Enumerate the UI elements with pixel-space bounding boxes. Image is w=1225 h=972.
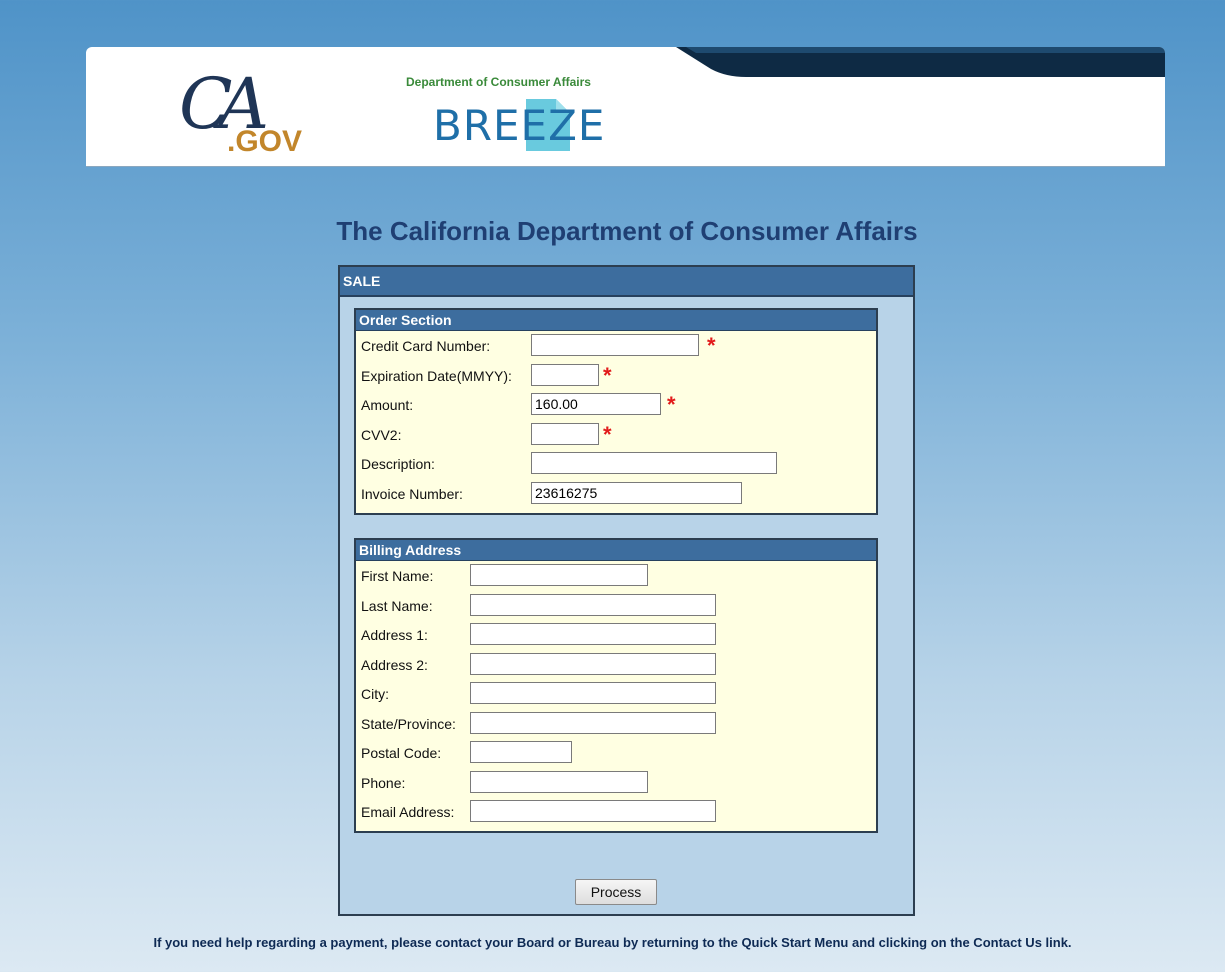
order-section: Order Section Credit Card Number: * Expi…	[354, 308, 878, 515]
form-row-phone: Phone:	[356, 768, 876, 798]
required-mark: *	[603, 421, 612, 447]
sale-panel: SALE Order Section Credit Card Number: *…	[338, 265, 915, 916]
phone-input[interactable]	[470, 770, 648, 793]
form-row-first-name: First Name:	[356, 561, 876, 591]
postal-code-label: Postal Code:	[361, 745, 442, 761]
city-input[interactable]	[470, 682, 716, 704]
address-1-label: Address 1:	[361, 627, 428, 643]
ca-gov-logo[interactable]: CA .GOV	[179, 63, 304, 158]
form-row-expiration: Expiration Date(MMYY): *	[356, 361, 876, 391]
expiration-date-label: Expiration Date(MMYY):	[361, 367, 512, 384]
header-banner: CA .GOV Department of Consumer Affairs B…	[86, 47, 1165, 167]
address-1-input[interactable]	[470, 623, 716, 645]
postal-code-input[interactable]	[470, 741, 572, 763]
dept-name-text: Department of Consumer Affairs	[406, 75, 591, 89]
order-section-header: Order Section	[356, 310, 876, 331]
required-mark: *	[707, 333, 716, 358]
amount-label: Amount:	[361, 397, 414, 413]
billing-section-header: Billing Address	[356, 540, 876, 561]
first-name-input[interactable]	[470, 564, 648, 586]
page-title: The California Department of Consumer Af…	[336, 216, 918, 246]
city-label: City:	[361, 686, 389, 702]
process-button[interactable]: Process	[575, 879, 657, 905]
form-row-address-1: Address 1:	[356, 620, 876, 650]
email-address-input[interactable]	[470, 800, 716, 822]
last-name-label: Last Name:	[361, 597, 433, 614]
sale-header: SALE	[340, 267, 913, 297]
form-row-cvv2: CVV2: *	[356, 420, 876, 450]
breeze-logo-text: BREEZE	[433, 101, 606, 150]
invoice-number-input[interactable]	[531, 481, 742, 504]
credit-card-number-input[interactable]	[531, 334, 699, 356]
expiration-date-input[interactable]	[531, 363, 599, 386]
email-address-label: Email Address:	[361, 804, 455, 820]
state-province-label: State/Province:	[361, 715, 456, 732]
form-row-last-name: Last Name:	[356, 591, 876, 621]
breeze-logo[interactable]: Department of Consumer Affairs BREEZE	[404, 75, 644, 163]
address-2-label: Address 2:	[361, 656, 428, 673]
phone-label: Phone:	[361, 774, 406, 791]
gov-logo-text: .GOV	[227, 125, 303, 158]
footer-help-text: If you need help regarding a payment, pl…	[153, 935, 1072, 950]
form-row-invoice: Invoice Number:	[356, 479, 876, 509]
description-label: Description:	[361, 456, 435, 472]
invoice-number-label: Invoice Number:	[361, 485, 463, 502]
state-province-input[interactable]	[470, 711, 716, 734]
cvv2-label: CVV2:	[361, 426, 402, 443]
form-row-state: State/Province:	[356, 709, 876, 739]
form-row-postal-code: Postal Code:	[356, 738, 876, 768]
first-name-label: First Name:	[361, 568, 434, 584]
credit-card-label: Credit Card Number:	[361, 338, 491, 354]
form-row-city: City:	[356, 679, 876, 709]
description-input[interactable]	[531, 452, 777, 474]
billing-section: Billing Address First Name: Last Name: A…	[354, 538, 878, 833]
form-row-address-2: Address 2:	[356, 650, 876, 680]
cvv2-input[interactable]	[531, 422, 599, 445]
form-row-credit-card: Credit Card Number: *	[356, 331, 876, 361]
form-row-amount: Amount: *	[356, 390, 876, 420]
address-2-input[interactable]	[470, 652, 716, 675]
amount-input[interactable]	[531, 393, 661, 415]
required-mark: *	[667, 392, 676, 417]
form-row-email: Email Address:	[356, 797, 876, 827]
required-mark: *	[603, 362, 612, 388]
last-name-input[interactable]	[470, 593, 716, 616]
form-row-description: Description:	[356, 449, 876, 479]
